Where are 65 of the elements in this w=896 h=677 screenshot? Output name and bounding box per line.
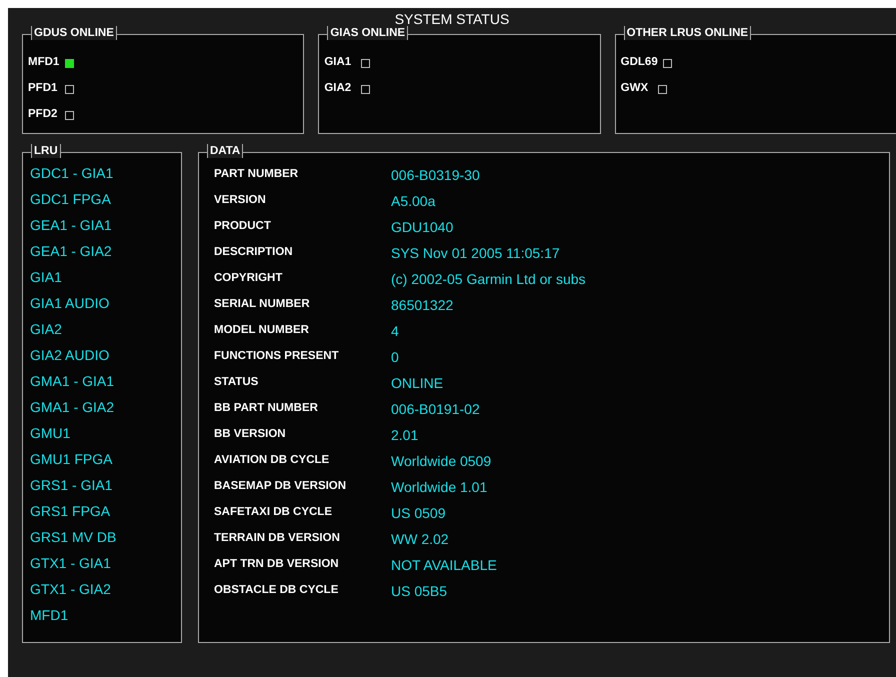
field-label: SAFETAXI DB CYCLE: [214, 505, 333, 520]
field-value: Worldwide 1.01: [391, 478, 488, 496]
lru-item[interactable]: GIA2 AUDIO: [30, 342, 181, 368]
field-value: (c) 2002-05 Garmin Ltd or subs: [391, 270, 586, 289]
field-value: GDU1040: [391, 218, 454, 236]
lru-item[interactable]: GDC1 FPGA: [30, 186, 181, 212]
panel-title: LRU: [31, 144, 61, 158]
lru-item[interactable]: GIA1 AUDIO: [30, 290, 181, 316]
unit-label: GWX: [620, 81, 650, 96]
field-label: DESCRIPTION: [214, 245, 294, 260]
field-value: WW 2.02: [391, 530, 449, 548]
field-label: BB PART NUMBER: [214, 401, 319, 416]
panel-title: GDUS ONLINE: [31, 26, 117, 40]
field-label: VERSION: [214, 193, 267, 208]
field-label: PRODUCT: [214, 219, 272, 234]
field-value: Worldwide 0509: [391, 452, 492, 470]
unit-label: PFD1: [28, 81, 58, 96]
field-label: STATUS: [214, 375, 260, 390]
field-label: APT TRN DB VERSION: [214, 557, 340, 572]
field-label: TERRAIN DB VERSION: [214, 531, 341, 546]
field-value: 0: [391, 348, 399, 366]
lru-item[interactable]: GMU1 FPGA: [30, 446, 181, 472]
field-value: ONLINE: [391, 374, 444, 392]
lru-item[interactable]: GRS1 MV DB: [30, 524, 181, 550]
field-value: 4: [391, 322, 399, 340]
field-label: BASEMAP DB VERSION: [214, 479, 348, 494]
lru-item[interactable]: GTX1 - GIA2: [30, 576, 181, 602]
screen-title: SYSTEM STATUS: [394, 11, 510, 27]
field-value: NOT AVAILABLE: [391, 556, 497, 574]
field-value: US 05B5: [391, 582, 448, 600]
lru-item[interactable]: GIA2: [30, 316, 181, 342]
field-value: 2.01: [391, 426, 418, 444]
lru-item[interactable]: GRS1 - GIA1: [30, 472, 181, 498]
field-label: BB VERSION: [214, 427, 287, 442]
field-label: COPYRIGHT: [214, 271, 284, 286]
panel-title: DATA: [207, 144, 244, 158]
unit-label: GIA2: [324, 81, 352, 96]
lru-item[interactable]: GTX1 - GIA1: [30, 550, 181, 576]
lru-item[interactable]: GEA1 - GIA2: [30, 238, 181, 264]
unit-label: MFD1: [28, 55, 60, 70]
field-label: MODEL NUMBER: [214, 323, 310, 338]
lru-item[interactable]: GRS1 FPGA: [30, 498, 181, 524]
unit-label: GDL69: [620, 55, 658, 70]
lru-item[interactable]: MFD1: [30, 602, 181, 628]
lru-item[interactable]: GEA1 - GIA1: [30, 212, 181, 238]
lru-item[interactable]: GMA1 - GIA1: [30, 368, 181, 394]
lru-item[interactable]: GDC1 - GIA1: [30, 160, 181, 186]
field-label: SERIAL NUMBER: [214, 297, 311, 312]
field-label: PART NUMBER: [214, 167, 300, 182]
field-value: 006-B0319-30: [391, 166, 480, 184]
field-value: SYS Nov 01 2005 11:05:17: [391, 244, 560, 262]
field-label: FUNCTIONS PRESENT: [214, 349, 340, 364]
field-label: AVIATION DB CYCLE: [214, 453, 330, 468]
panel-title: OTHER LRUS ONLINE: [624, 26, 752, 40]
unit-label: GIA1: [324, 55, 352, 70]
unit-label: PFD2: [28, 107, 58, 122]
field-label: OBSTACLE DB CYCLE: [214, 583, 340, 598]
field-value: 006-B0191-02: [391, 400, 480, 418]
panel-title: GIAS ONLINE: [327, 26, 408, 40]
field-value: US 0509: [391, 504, 446, 522]
lru-item[interactable]: GMU1: [30, 420, 181, 446]
field-value: 86501322: [391, 296, 454, 314]
field-value: A5.00a: [391, 192, 436, 210]
lru-item[interactable]: GMA1 - GIA2: [30, 394, 181, 420]
lru-item[interactable]: GIA1: [30, 264, 181, 290]
